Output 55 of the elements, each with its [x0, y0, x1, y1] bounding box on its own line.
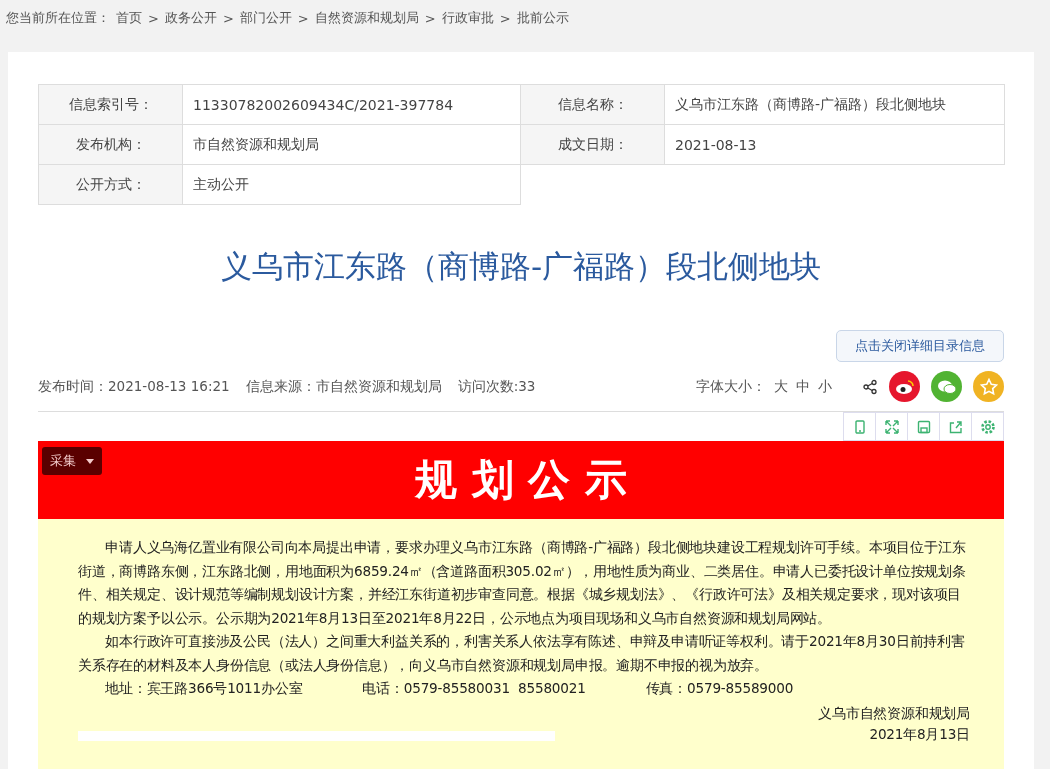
- label-cell: 成文日期：: [520, 124, 665, 165]
- value-cell: 义乌市江东路（商博路-广福路）段北侧地块: [664, 84, 1005, 125]
- caret-icon: [86, 458, 94, 464]
- export-button[interactable]: [939, 412, 972, 441]
- favorite-button[interactable]: [973, 371, 1004, 402]
- signature-text: 2021年8月13日: [869, 724, 970, 744]
- contact-text: 传真：0579-85589000: [645, 679, 794, 698]
- signature-text: 义乌市自然资源和规划局: [818, 703, 970, 723]
- breadcrumb-separator: >: [148, 10, 159, 26]
- label-cell: 信息名称：: [520, 84, 665, 125]
- font-size-option[interactable]: 小: [818, 377, 832, 396]
- breadcrumb-link[interactable]: 自然资源和规划局: [314, 9, 419, 27]
- breadcrumb-separator: >: [424, 10, 436, 26]
- breadcrumb-link[interactable]: 批前公示: [516, 9, 569, 27]
- breadcrumb-link[interactable]: 部门公开: [239, 9, 292, 27]
- notice-paragraph: 申请人义乌海亿置业有限公司向本局提出申请，要求办理义乌市江东路（商博路-广福路）段北侧地块建设工程规划许可手续。本项目位于江东街道，商博路东侧，江东路北侧，用地面积为6859.24㎡（含道路面积305.02㎡），用地性质为商业、二类居住。申请人已委托设计单位按规划条件、相关规定、设计规范等编制规划设计方案，并经江东街道初步审查同意。根据《城乡规划法》、《行政许可法》及相关规定要求，现对该项目的规划方案予以公示。公示期为2021年8月13日至2021年8月22日，公示地点为项目现场和义乌市自然资源和规划局网站。: [78, 538, 967, 628]
- meta-text: 访问次数:33: [457, 377, 536, 396]
- breadcrumb-separator: >: [222, 10, 234, 26]
- value-cell: 2021-08-13: [664, 124, 1005, 165]
- save-icon: [915, 418, 932, 435]
- wechat-share-button[interactable]: [931, 371, 962, 402]
- expand-arrows-icon: [883, 418, 900, 435]
- star-icon: [979, 377, 998, 396]
- share-icon[interactable]: [862, 378, 878, 395]
- breadcrumb-separator: >: [499, 10, 511, 26]
- label-cell: 公开方式：: [38, 164, 183, 205]
- label-cell: 信息索引号：: [38, 84, 183, 125]
- settings-button[interactable]: [971, 412, 1004, 441]
- meta-text: 发布时间：2021-08-13 16:21: [38, 377, 230, 396]
- value-cell: 主动公开: [182, 164, 521, 205]
- location-label: 您当前所在位置：: [6, 9, 110, 27]
- page-title: 义乌市江东路（商博路-广福路）段北侧地块: [219, 247, 823, 286]
- notice-heading: 规 划 公 示: [415, 454, 627, 506]
- chat-bubbles-icon: [936, 378, 957, 395]
- eye-logo-icon: [894, 378, 915, 395]
- toggle-catalog-button[interactable]: 点击关闭详细目录信息: [836, 330, 1004, 362]
- notice-paragraph: 如本行政许可直接涉及公民（法人）之间重大利益关系的，利害关系人依法享有陈述、申辩及申请听证等权利。请于2021年8月30日前持利害关系存在的材料及本人身份信息（或法人身份信息），向义乌市自然资源和规划局申报。逾期不申报的视为放弃。: [78, 632, 966, 675]
- weibo-share-button[interactable]: [889, 371, 920, 402]
- breadcrumb-separator: >: [297, 10, 309, 26]
- font-size-label: 字体大小：: [696, 377, 766, 396]
- export-icon: [947, 418, 964, 435]
- breadcrumb-link[interactable]: 政务公开: [164, 9, 217, 27]
- collect-dropdown[interactable]: 采集: [42, 447, 102, 475]
- save-button[interactable]: [907, 412, 940, 441]
- breadcrumb-link[interactable]: 首页: [116, 9, 142, 27]
- settings-icon: [979, 418, 996, 435]
- font-size-option[interactable]: 大: [774, 377, 788, 396]
- label-cell: 发布机构：: [38, 124, 183, 165]
- phone-view-button[interactable]: [843, 412, 876, 441]
- meta-text: 信息来源：市自然资源和规划局: [245, 377, 442, 396]
- contact-text: 电话：0579-85580031 85580021: [362, 679, 586, 698]
- breadcrumb-link[interactable]: 行政审批: [441, 9, 494, 27]
- fullscreen-button[interactable]: [875, 412, 908, 441]
- contact-text: 地址：宾王路366号1011办公室: [105, 679, 303, 698]
- font-size-option[interactable]: 中: [796, 377, 810, 396]
